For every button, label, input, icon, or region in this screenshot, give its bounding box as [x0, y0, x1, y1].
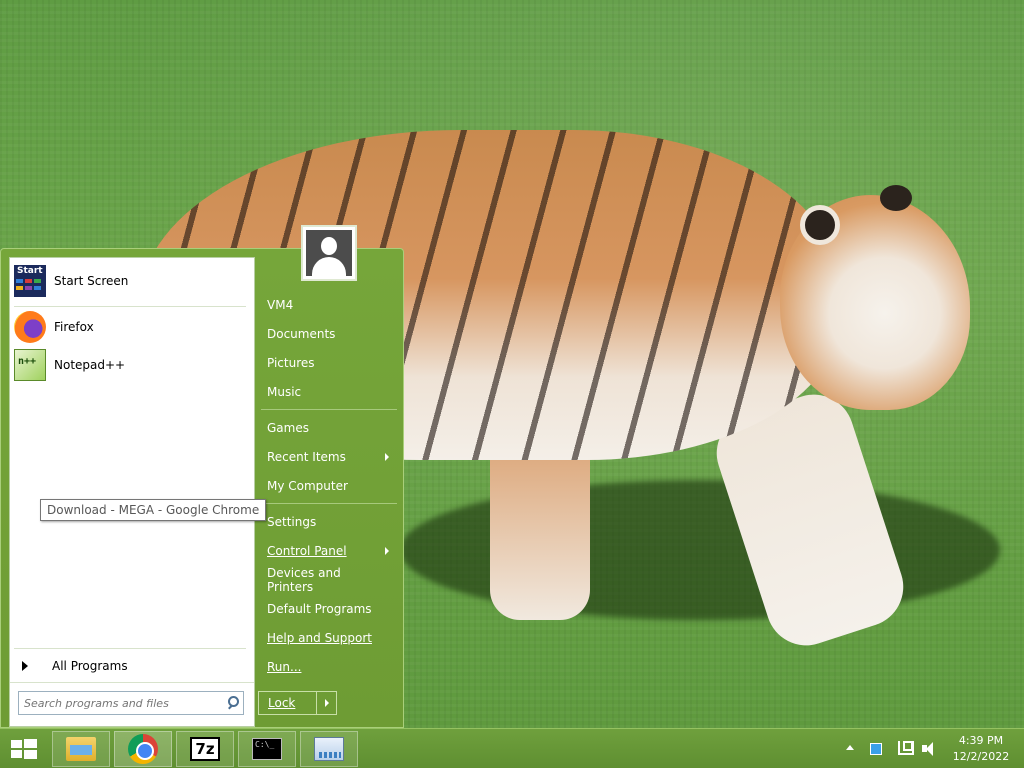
start-button[interactable] — [6, 735, 40, 763]
start-link-label: Help and Support — [267, 631, 372, 645]
action-center-icon[interactable] — [870, 743, 882, 755]
all-programs-button[interactable]: All Programs — [14, 654, 250, 678]
start-link-music[interactable]: Music — [259, 380, 397, 404]
start-link-settings[interactable]: Settings — [259, 510, 397, 534]
chrome-icon — [128, 734, 158, 764]
start-link-games[interactable]: Games — [259, 416, 397, 440]
start-link-label: Music — [267, 385, 302, 399]
volume-icon[interactable] — [922, 741, 938, 757]
start-link-label: Games — [267, 421, 309, 435]
start-link-control-panel[interactable]: Control Panel — [259, 539, 397, 563]
start-link-help-support[interactable]: Help and Support — [259, 626, 397, 650]
taskbar-tooltip: Download - MEGA - Google Chrome — [40, 499, 267, 521]
pinned-separator — [14, 306, 246, 307]
all-programs-label: All Programs — [52, 659, 128, 673]
clock-time: 4:39 PM — [958, 734, 1004, 747]
start-link-label: VM4 — [267, 298, 294, 312]
search-icon[interactable] — [223, 693, 243, 713]
network-icon[interactable] — [898, 741, 914, 755]
start-link-label: Default Programs — [267, 602, 372, 616]
firefox-icon — [14, 311, 46, 343]
user-avatar-icon — [306, 230, 352, 276]
start-link-pictures[interactable]: Pictures — [259, 351, 397, 375]
start-menu-left-pane: Start Start Screen Firefox n++ Notepad++… — [9, 257, 255, 727]
monitor-icon — [314, 737, 344, 761]
windows-logo-icon — [11, 739, 37, 759]
taskbar-resource-monitor[interactable] — [300, 731, 358, 767]
taskbar-google-chrome[interactable] — [114, 731, 172, 767]
start-screen-icon-text: Start — [17, 266, 43, 276]
search-input[interactable] — [19, 693, 223, 713]
lock-button-group: Lock — [258, 691, 337, 715]
taskbar-7zip[interactable]: 7z — [176, 731, 234, 767]
start-link-label: My Computer — [267, 479, 348, 493]
pinned-firefox[interactable]: Firefox — [14, 310, 250, 344]
search-separator — [10, 682, 254, 683]
start-link-devices-printers[interactable]: Devices and Printers — [259, 566, 397, 594]
7z-icon: 7z — [190, 737, 220, 761]
cmd-icon-text: C:\_ — [255, 740, 275, 749]
pinned-notepadpp[interactable]: n++ Notepad++ — [14, 348, 250, 382]
start-link-label: Run... — [267, 660, 302, 674]
search-box[interactable] — [18, 691, 244, 715]
user-account-picture[interactable] — [301, 225, 357, 281]
expand-arrow-icon — [22, 661, 28, 671]
cmd-icon: C:\_ — [252, 738, 282, 760]
right-pane-separator — [261, 503, 397, 504]
power-options-button[interactable] — [317, 699, 336, 707]
start-link-recent-items[interactable]: Recent Items — [259, 445, 397, 469]
all-programs-separator — [14, 648, 246, 649]
start-link-documents[interactable]: Documents — [259, 322, 397, 346]
submenu-arrow-icon — [385, 453, 389, 461]
clock-date: 12/2/2022 — [952, 750, 1010, 763]
pinned-item-label: Notepad++ — [54, 358, 126, 372]
taskbar-file-explorer[interactable] — [52, 731, 110, 767]
submenu-arrow-icon — [385, 547, 389, 555]
start-link-label: Pictures — [267, 356, 315, 370]
notepadpp-icon: n++ — [14, 349, 46, 381]
start-link-my-computer[interactable]: My Computer — [259, 474, 397, 498]
start-link-default-programs[interactable]: Default Programs — [259, 597, 397, 621]
start-link-run[interactable]: Run... — [259, 655, 397, 679]
chevron-right-icon — [324, 699, 329, 707]
start-link-vm4[interactable]: VM4 — [259, 293, 397, 317]
pinned-item-label: Start Screen — [54, 274, 129, 288]
folder-icon — [66, 737, 96, 761]
start-link-label: Control Panel — [267, 544, 347, 558]
taskbar-command-prompt[interactable]: C:\_ — [238, 731, 296, 767]
taskbar: 7z C:\_ 4:39 PM 12/2/2022 — [0, 728, 1024, 768]
pinned-item-label: Firefox — [54, 320, 94, 334]
start-link-label: Devices and Printers — [267, 566, 341, 594]
pinned-start-screen[interactable]: Start Start Screen — [14, 264, 250, 298]
start-link-label: Documents — [267, 327, 336, 341]
start-link-label: Settings — [267, 515, 317, 529]
show-hidden-icons-chevron-icon[interactable] — [846, 745, 854, 750]
start-screen-icon: Start — [14, 265, 46, 297]
start-link-label: Recent Items — [267, 450, 346, 464]
tiger-ear — [800, 205, 840, 245]
lock-button[interactable]: Lock — [259, 692, 317, 714]
right-pane-separator — [261, 409, 397, 410]
taskbar-clock[interactable]: 4:39 PM 12/2/2022 — [948, 733, 1014, 765]
start-menu: Start Start Screen Firefox n++ Notepad++… — [0, 225, 404, 728]
tiger-ear — [880, 185, 912, 211]
